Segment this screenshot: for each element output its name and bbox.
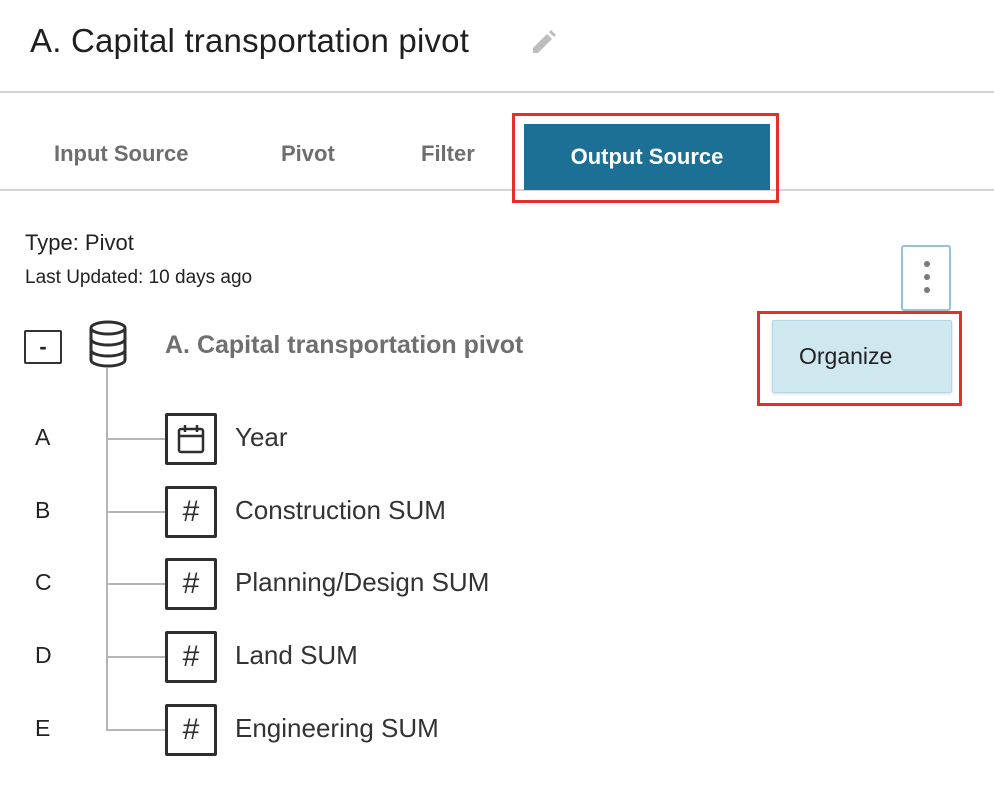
options-dropdown: Organize	[772, 320, 952, 393]
page: A. Capital transportation pivot Input So…	[0, 0, 994, 796]
hash-icon: #	[165, 486, 217, 538]
collapse-button[interactable]: -	[24, 330, 62, 364]
more-options-button[interactable]	[901, 245, 951, 311]
edit-title-button[interactable]	[527, 27, 559, 59]
source-name: A. Capital transportation pivot	[165, 331, 524, 359]
tree-branch	[107, 656, 165, 658]
column-label[interactable]: Land SUM	[235, 640, 358, 671]
column-row-construction: B # Construction SUM	[0, 485, 994, 541]
database-icon	[89, 320, 127, 368]
tab-output-source[interactable]: Output Source	[524, 124, 770, 190]
column-letter: C	[35, 569, 52, 595]
column-row-year: A Year	[0, 412, 994, 468]
tab-bar: Input Source Pivot Filter Output Source	[0, 93, 994, 191]
column-row-engineering: E # Engineering SUM	[0, 703, 994, 759]
last-updated-label: Last Updated: 10 days ago	[25, 267, 253, 288]
hash-icon: #	[165, 631, 217, 683]
column-label[interactable]: Planning/Design SUM	[235, 567, 489, 598]
column-letter: D	[35, 642, 52, 668]
column-row-land: D # Land SUM	[0, 630, 994, 686]
hash-icon: #	[165, 558, 217, 610]
column-row-planning-design: C # Planning/Design SUM	[0, 557, 994, 613]
tree-branch	[107, 729, 165, 731]
tree-branch	[107, 511, 165, 513]
header: A. Capital transportation pivot	[0, 0, 994, 93]
page-title: A. Capital transportation pivot	[30, 22, 470, 59]
column-label[interactable]: Engineering SUM	[235, 713, 439, 744]
column-letter: B	[35, 497, 51, 523]
pencil-icon	[533, 30, 556, 53]
column-letter: E	[35, 715, 51, 741]
calendar-icon	[165, 413, 217, 465]
hash-icon: #	[165, 704, 217, 756]
tab-filter[interactable]: Filter	[421, 141, 475, 167]
type-label: Type: Pivot	[25, 230, 134, 255]
tree-branch	[107, 583, 165, 585]
column-label[interactable]: Year	[235, 422, 288, 453]
tab-input-source[interactable]: Input Source	[54, 141, 188, 167]
tab-pivot[interactable]: Pivot	[281, 141, 335, 167]
column-label[interactable]: Construction SUM	[235, 495, 446, 526]
column-letter: A	[35, 424, 51, 450]
organize-menu-item[interactable]: Organize	[799, 343, 892, 370]
tree-branch	[107, 438, 165, 440]
